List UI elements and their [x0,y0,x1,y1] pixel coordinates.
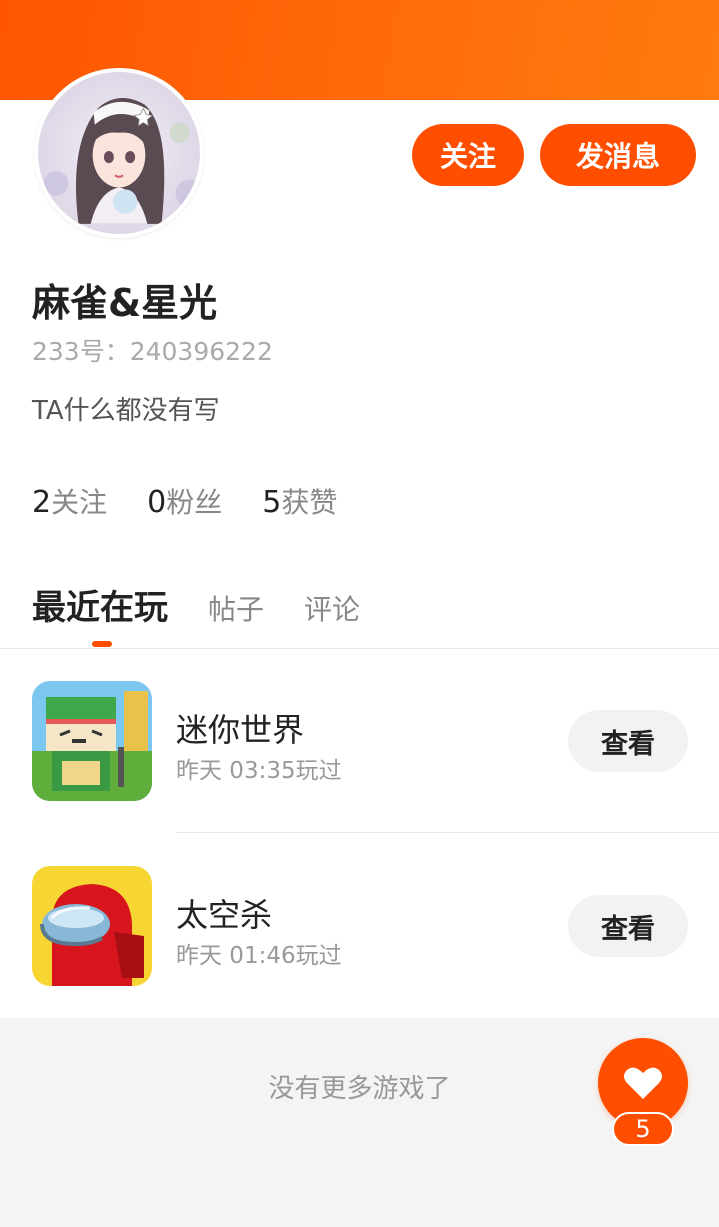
username: 麻雀&星光 [32,281,218,325]
game-name: 太空杀 [176,896,273,934]
view-game-button[interactable]: 查看 [568,895,688,957]
tab-recently-played[interactable]: 最近在玩 [32,580,168,629]
heart-icon [624,1067,662,1099]
tab-comments[interactable]: 评论 [304,588,360,628]
space-kill-game-icon [32,866,152,986]
profile-tabs: 最近在玩 帖子 评论 [32,580,400,629]
user-avatar[interactable] [34,68,204,238]
mini-world-game-icon [32,681,152,801]
anime-girl-avatar-icon [38,72,200,234]
list-divider [176,832,719,833]
game-name: 迷你世界 [176,711,305,749]
list-item[interactable]: 迷你世界 昨天 03:35玩过 查看 [0,649,719,833]
user-id: 233号：240396222 [32,337,273,366]
user-stats: 2 关注 0 粉丝 5 获赞 [32,481,337,521]
stat-fans[interactable]: 0 粉丝 [147,481,222,521]
stat-likes-label: 获赞 [281,486,338,519]
stat-likes-count: 5 [262,485,282,520]
stat-fans-count: 0 [147,485,167,520]
game-last-played: 昨天 03:35玩过 [176,758,342,784]
stat-likes[interactable]: 5 获赞 [262,481,337,521]
active-tab-indicator [92,641,112,647]
list-item[interactable]: 太空杀 昨天 01:46玩过 查看 [0,834,719,1018]
like-count-badge: 5 [612,1112,674,1146]
follow-button[interactable]: 关注 [412,124,524,186]
game-last-played: 昨天 01:46玩过 [176,943,342,969]
send-message-button[interactable]: 发消息 [540,124,696,186]
user-bio: TA什么都没有写 [32,396,220,426]
tab-posts[interactable]: 帖子 [208,588,264,628]
stat-following-label: 关注 [51,486,108,519]
recent-games-list: 迷你世界 昨天 03:35玩过 查看 太空杀 昨天 01:46玩过 查看 [0,649,719,1018]
stat-following[interactable]: 2 关注 [32,481,107,521]
view-game-button[interactable]: 查看 [568,710,688,772]
stat-fans-label: 粉丝 [166,486,223,519]
stat-following-count: 2 [32,485,52,520]
